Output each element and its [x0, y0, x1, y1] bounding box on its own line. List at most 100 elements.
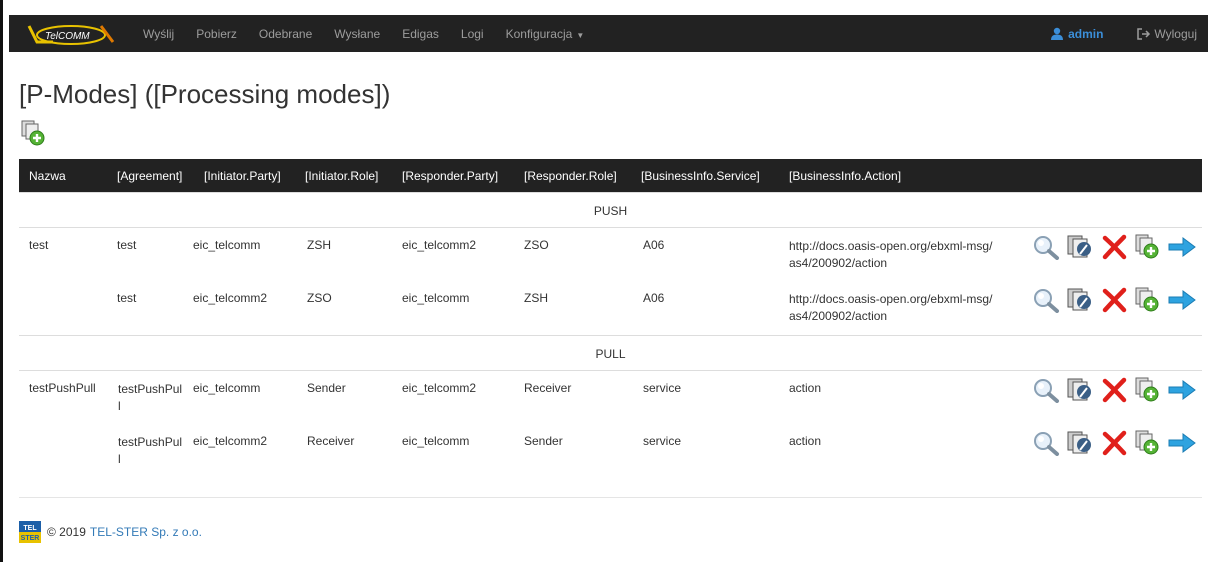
cell-agreement: test [117, 238, 137, 252]
col-initiator-role[interactable]: [Initiator.Role] [305, 169, 378, 183]
search-button[interactable] [1031, 234, 1061, 260]
svg-text:TEL: TEL [23, 525, 37, 532]
delete-icon [1102, 430, 1127, 456]
add-copy-button[interactable] [1133, 430, 1163, 456]
nav-item-pobierz[interactable]: Pobierz [196, 27, 237, 41]
edit-icon [1067, 288, 1091, 311]
nav-item-edigas[interactable]: Edigas [402, 27, 439, 41]
delete-button[interactable] [1099, 430, 1129, 456]
delete-icon [1102, 287, 1127, 313]
edit-button[interactable] [1065, 377, 1095, 403]
cell-responder-party: eic_telcomm [402, 434, 470, 448]
cell-initiator-party: eic_telcomm2 [193, 434, 268, 448]
table-row: testPushPull testPushPul l eic_telcomm S… [19, 370, 1202, 424]
cell-action: action [789, 434, 822, 448]
arrow-right-button[interactable] [1167, 377, 1197, 403]
cell-service: service [643, 381, 682, 395]
edit-icon [1067, 378, 1091, 401]
edit-button[interactable] [1065, 430, 1095, 456]
add-copy-icon [1135, 234, 1159, 259]
top-navbar: TelCOMM Wyślij Pobierz Odebrane Wysłane … [9, 15, 1208, 52]
col-responder-role[interactable]: [Responder.Role] [524, 169, 617, 183]
delete-icon [1102, 234, 1127, 260]
arrow-right-icon [1168, 237, 1196, 257]
col-action[interactable]: [BusinessInfo.Action] [789, 169, 901, 183]
footer: TEL STER © 2019 TEL-STER Sp. z o.o. [19, 521, 202, 543]
cell-responder-role: ZSO [524, 238, 549, 252]
nav-item-wyslij[interactable]: Wyślij [143, 27, 174, 41]
delete-button[interactable] [1099, 234, 1129, 260]
search-button[interactable] [1031, 287, 1061, 313]
row-actions [1031, 287, 1197, 313]
search-button[interactable] [1031, 377, 1061, 403]
row-actions [1031, 234, 1197, 260]
user-menu[interactable]: admin [1050, 27, 1103, 41]
add-document-icon [21, 120, 45, 146]
delete-icon [1102, 377, 1127, 403]
cell-initiator-role: Receiver [307, 434, 355, 448]
cell-service: service [643, 434, 682, 448]
cell-agreement: testPushPul l [118, 382, 183, 413]
search-button[interactable] [1031, 430, 1061, 456]
group-header-pull: PULL [19, 335, 1202, 370]
add-copy-button[interactable] [1133, 234, 1163, 260]
add-copy-button[interactable] [1133, 287, 1163, 313]
logout-icon [1137, 27, 1151, 40]
edit-icon [1067, 431, 1091, 454]
footer-divider [19, 497, 1202, 498]
nav-item-wyslane[interactable]: Wysłane [334, 27, 380, 41]
col-responder-party[interactable]: [Responder.Party] [402, 169, 498, 183]
cell-initiator-role: ZSH [307, 238, 331, 252]
logout-link[interactable]: Wyloguj [1137, 27, 1197, 41]
cell-responder-role: Sender [524, 434, 563, 448]
cell-name: testPushPull [29, 381, 96, 395]
nav-item-logi[interactable]: Logi [461, 27, 484, 41]
search-icon [1034, 379, 1059, 403]
user-icon [1051, 27, 1064, 40]
delete-button[interactable] [1099, 377, 1129, 403]
cell-responder-party: eic_telcomm2 [402, 238, 477, 252]
nav-item-konfiguracja[interactable]: Konfiguracja ▼ [506, 27, 585, 41]
col-initiator-party[interactable]: [Initiator.Party] [204, 169, 281, 183]
add-pmode-button[interactable] [20, 120, 46, 146]
group-header-push: PUSH [19, 192, 1202, 227]
add-copy-icon [1135, 377, 1159, 402]
cell-service: A06 [643, 291, 665, 305]
telster-logo: TEL STER [19, 521, 41, 543]
page-title: [P-Modes] ([Processing modes]) [19, 79, 391, 109]
cell-responder-party: eic_telcomm [402, 291, 470, 305]
arrow-right-button[interactable] [1167, 287, 1197, 313]
arrow-right-icon [1168, 380, 1196, 400]
search-icon [1034, 289, 1059, 313]
cell-initiator-party: eic_telcomm [193, 381, 261, 395]
add-copy-icon [1135, 287, 1159, 312]
cell-initiator-role: Sender [307, 381, 346, 395]
arrow-right-button[interactable] [1167, 430, 1197, 456]
col-service[interactable]: [BusinessInfo.Service] [641, 169, 760, 183]
cell-responder-role: Receiver [524, 381, 572, 395]
company-link[interactable]: TEL-STER Sp. z o.o. [90, 525, 202, 539]
search-icon [1034, 432, 1059, 456]
telcomm-logo[interactable]: TelCOMM [23, 22, 121, 46]
group-label: PULL [595, 347, 626, 361]
svg-text:STER: STER [21, 535, 40, 542]
copyright: © 2019 [47, 525, 86, 539]
edit-button[interactable] [1065, 234, 1095, 260]
add-copy-button[interactable] [1133, 377, 1163, 403]
nav-item-odebrane[interactable]: Odebrane [259, 27, 312, 41]
cell-service: A06 [643, 238, 665, 252]
arrow-right-button[interactable] [1167, 234, 1197, 260]
user-name: admin [1068, 26, 1104, 41]
cell-name: test [29, 238, 49, 252]
col-nazwa[interactable]: Nazwa [29, 169, 66, 183]
cell-action: http://docs.oasis-open.org/ebxml-msg/ as… [789, 239, 993, 270]
col-agreement[interactable]: [Agreement] [117, 169, 182, 183]
nav-menu: Wyślij Pobierz Odebrane Wysłane Edigas L… [143, 27, 606, 41]
add-copy-icon [1135, 430, 1159, 455]
edit-button[interactable] [1065, 287, 1095, 313]
edit-icon [1067, 235, 1091, 258]
delete-button[interactable] [1099, 287, 1129, 313]
table-row: test eic_telcomm2 ZSO eic_telcomm ZSH A0… [19, 281, 1202, 335]
table-row: test test eic_telcomm ZSH eic_telcomm2 Z… [19, 227, 1202, 281]
cell-agreement: test [117, 291, 137, 305]
